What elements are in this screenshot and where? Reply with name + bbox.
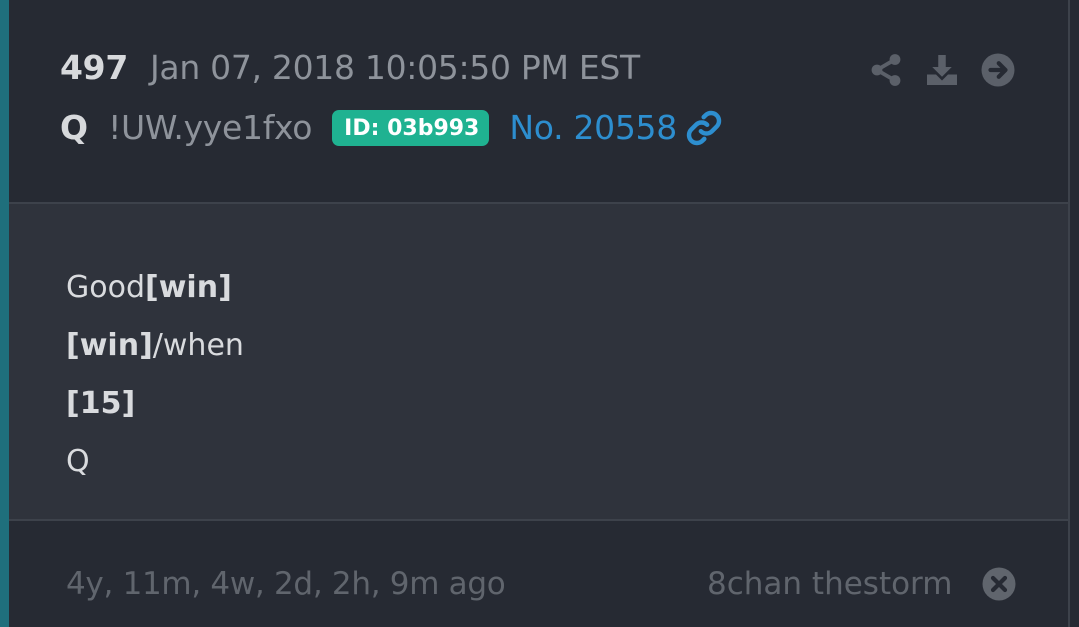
accent-bar (0, 0, 9, 627)
post-card: 497 Jan 07, 2018 10:05:50 PM EST Q !UW.yy… (0, 0, 1079, 627)
message-bold-text: [win] (66, 328, 153, 363)
post-meta: 497 Jan 07, 2018 10:05:50 PM EST (60, 48, 640, 87)
message-bold-text: [win] (145, 270, 232, 305)
message-text: Good (66, 270, 145, 305)
message-text: /when (152, 328, 244, 363)
author-name: Q (60, 108, 89, 147)
message-bold-text: [15] (66, 386, 136, 421)
arrow-circle-right-icon[interactable] (980, 52, 1016, 88)
post-actions (868, 52, 1016, 88)
author-line: Q !UW.yye1fxo ID: 03b993 No. 20558 (60, 108, 723, 147)
message-line: Good[win] (66, 270, 232, 305)
id-badge[interactable]: ID: 03b993 (332, 109, 490, 146)
post-number-link[interactable]: No. 20558 (509, 108, 677, 147)
relative-time: 4y, 11m, 4w, 2d, 2h, 9m ago (66, 566, 506, 602)
tripcode: !UW.yye1fxo (108, 108, 313, 147)
post-footer: 4y, 11m, 4w, 2d, 2h, 9m ago 8chan thesto… (9, 521, 1068, 627)
post-datetime: Jan 07, 2018 10:05:50 PM EST (149, 48, 640, 87)
message-line: Q (66, 444, 90, 479)
share-icon[interactable] (868, 52, 904, 88)
message-line: [15] (66, 386, 135, 421)
post-header (9, 0, 1068, 202)
message-line: [win]/when (66, 328, 244, 363)
source-board: 8chan thestorm (707, 566, 953, 602)
right-border (1068, 0, 1070, 627)
post-number: 497 (60, 48, 128, 87)
link-icon[interactable] (685, 109, 723, 147)
message-text: Q (66, 444, 90, 479)
post-body: Good[win] [win]/when [15] Q (9, 204, 1068, 519)
close-circle-icon[interactable] (981, 566, 1017, 602)
download-icon[interactable] (924, 52, 960, 88)
